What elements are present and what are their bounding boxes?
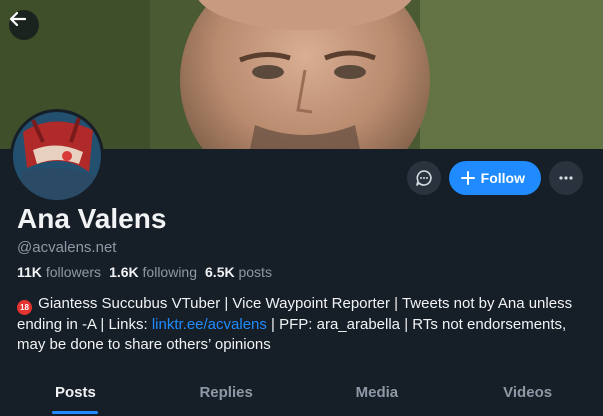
- message-button[interactable]: [406, 161, 441, 195]
- profile-bio: 18 Giantess Succubus VTuber | Vice Waypo…: [17, 294, 587, 355]
- display-name: Ana Valens: [17, 203, 167, 234]
- tab-label: Media: [355, 384, 399, 401]
- avatar-image: [13, 112, 101, 200]
- tab-media[interactable]: Media: [302, 372, 453, 416]
- profile-stats: 11K followers 1.6K following 6.5K posts: [17, 264, 272, 280]
- follow-button[interactable]: Follow: [448, 161, 541, 195]
- tab-videos[interactable]: Videos: [452, 372, 603, 416]
- following-label: following: [142, 264, 198, 280]
- tab-label: Replies: [199, 384, 253, 401]
- followers-stat[interactable]: 11K followers: [17, 264, 101, 280]
- follow-label: Follow: [480, 170, 525, 186]
- arrow-left-icon: [9, 11, 27, 27]
- handle: @acvalens.net: [17, 239, 117, 256]
- posts-count: 6.5K: [205, 264, 235, 280]
- plus-icon: [460, 171, 475, 185]
- tab-label: Posts: [54, 384, 96, 401]
- ellipsis-icon: [559, 176, 573, 180]
- followers-count: 11K: [17, 264, 42, 280]
- no-under-18-icon: 18: [17, 300, 32, 315]
- posts-label: posts: [238, 264, 272, 280]
- profile-actions: Follow: [406, 161, 583, 195]
- more-options-button[interactable]: [549, 161, 583, 195]
- bio-link[interactable]: linktr.ee/acvalens: [152, 316, 267, 333]
- profile-tabs: Posts Replies Media Videos: [0, 372, 603, 416]
- following-count: 1.6K: [109, 264, 139, 280]
- back-button[interactable]: [9, 10, 39, 40]
- following-stat[interactable]: 1.6K following: [109, 264, 197, 280]
- tab-label: Videos: [503, 384, 553, 401]
- chat-bubble-icon: [415, 170, 432, 186]
- followers-label: followers: [45, 264, 102, 280]
- posts-stat: 6.5K posts: [205, 264, 272, 280]
- avatar[interactable]: [10, 109, 104, 203]
- tab-posts[interactable]: Posts: [0, 372, 151, 416]
- tab-replies[interactable]: Replies: [151, 372, 302, 416]
- active-tab-indicator: [52, 411, 99, 414]
